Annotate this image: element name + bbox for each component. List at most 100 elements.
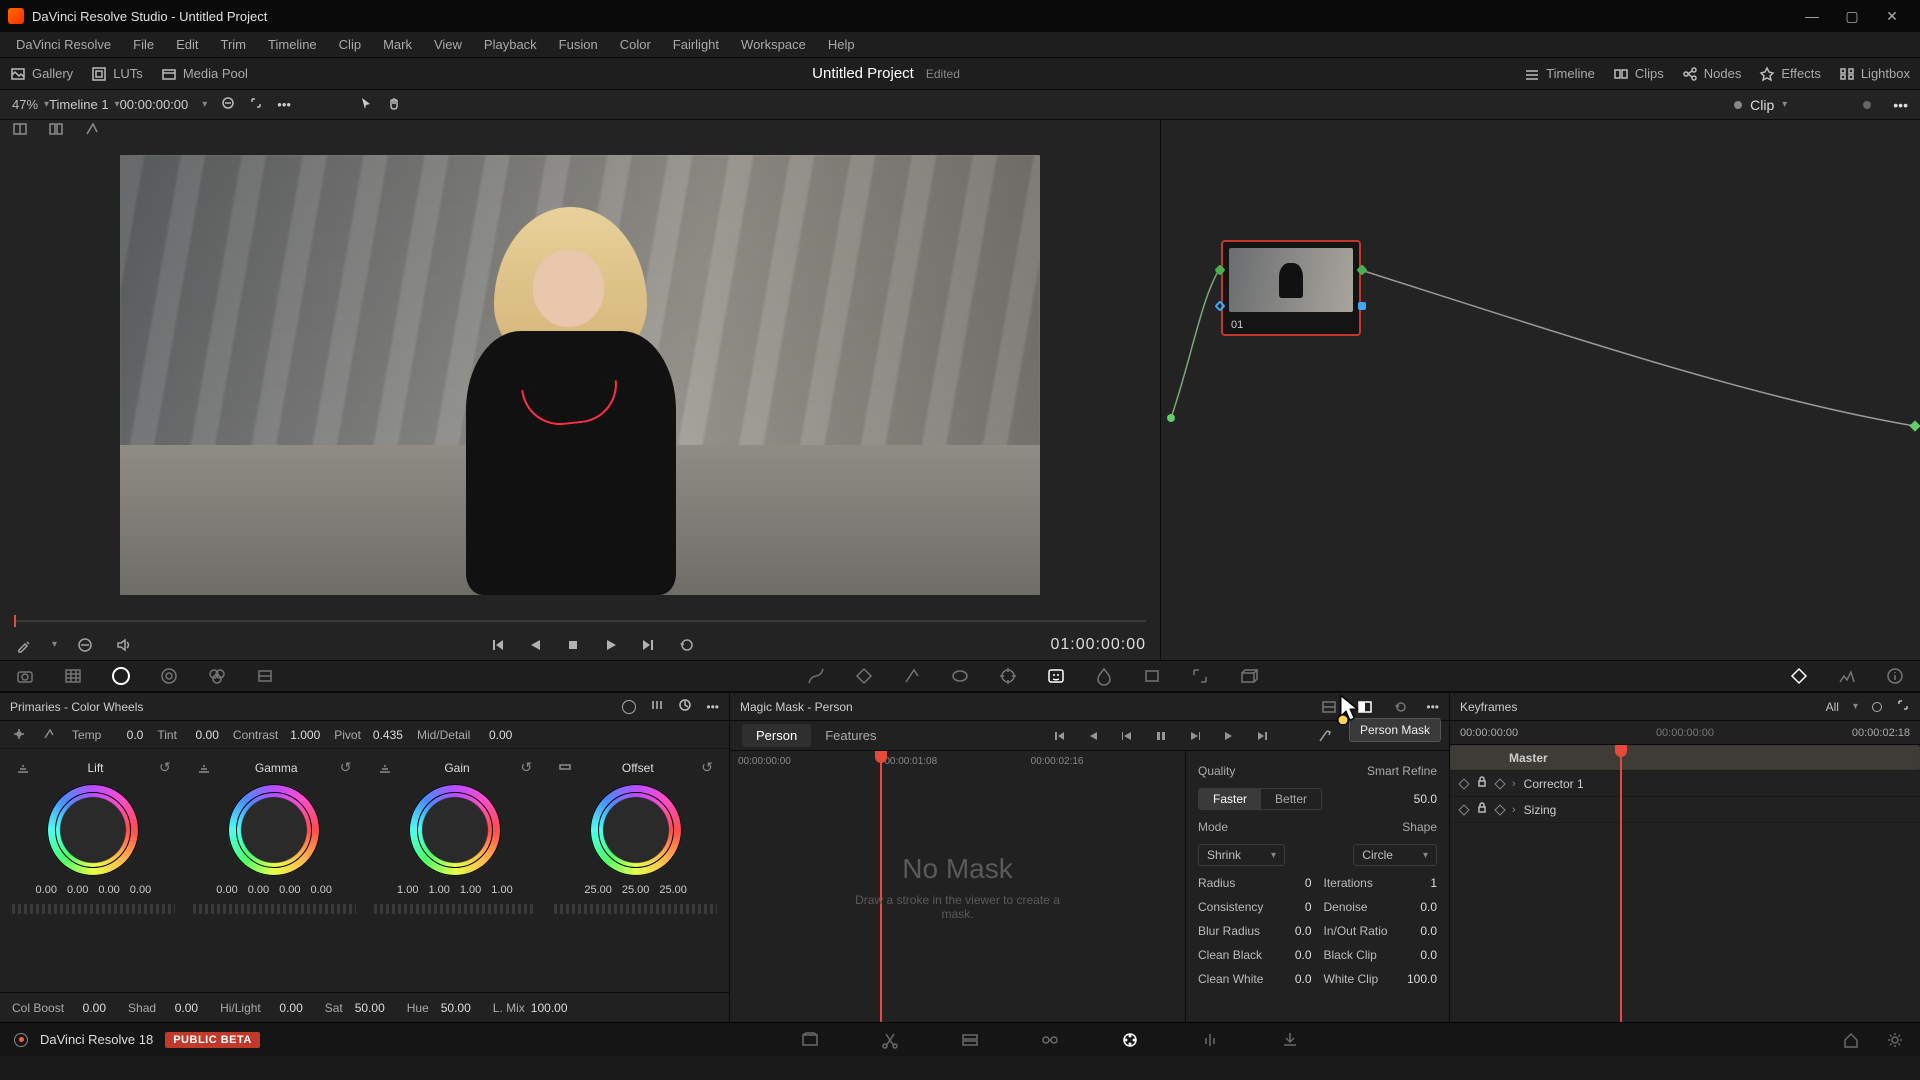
black-clip-value[interactable]: 0.0 [1420,948,1437,962]
menu-trim[interactable]: Trim [211,34,257,55]
smart-refine-value[interactable]: 50.0 [1401,792,1437,806]
mute-icon[interactable] [113,635,133,655]
lift-reset-icon[interactable]: ↺ [159,759,171,776]
keyframes-playhead[interactable] [1620,745,1622,1022]
gain-wheel[interactable] [409,784,501,876]
qualifier-icon[interactable] [901,665,923,687]
auto-balance-icon[interactable] [12,727,28,743]
corrector-node[interactable]: 01 [1221,240,1361,336]
mode-select[interactable]: Shrink▾ [1198,844,1285,866]
gamma-jog[interactable] [193,904,356,914]
fairlight-page-icon[interactable] [1199,1029,1221,1051]
sizing-expand-icon[interactable]: › [1512,804,1516,816]
menu-fusion[interactable]: Fusion [549,34,608,55]
highlight-icon[interactable] [84,121,102,139]
track-next-icon[interactable] [1219,726,1239,746]
pivot-value[interactable]: 0.435 [367,728,403,742]
clips-toggle[interactable]: Clips [1613,66,1664,82]
denoise-value[interactable]: 0.0 [1420,900,1437,914]
sizing-icon[interactable] [1189,665,1211,687]
minimize-button[interactable]: — [1792,2,1832,30]
split-screen-icon[interactable] [48,121,66,139]
primaries-icon[interactable] [110,665,132,687]
features-tab[interactable]: Features [811,724,890,747]
colboost-value[interactable]: 0.00 [70,1001,106,1015]
luts-toggle[interactable]: LUTs [91,66,143,82]
keyframes-sizing-row[interactable]: › Sizing [1450,797,1920,823]
first-frame-icon[interactable] [487,635,507,655]
loop-icon[interactable] [677,635,697,655]
gallery-toggle[interactable]: Gallery [10,66,73,82]
track-prev-icon[interactable] [1083,726,1103,746]
clip-dropdown-icon[interactable]: ▾ [1782,99,1787,110]
viewer-scrubber[interactable] [14,611,1146,626]
hilight-value[interactable]: 0.00 [267,1001,303,1015]
play-reverse-icon[interactable] [525,635,545,655]
white-clip-value[interactable]: 100.0 [1407,972,1437,986]
tint-value[interactable]: 0.00 [183,728,219,742]
magic-mask-icon[interactable] [1045,665,1067,687]
tc-menu-icon[interactable]: ▾ [202,99,207,110]
shad-value[interactable]: 0.00 [162,1001,198,1015]
effects-toggle[interactable]: Effects [1759,66,1821,82]
rgb-mixer-icon[interactable] [206,665,228,687]
person-tab[interactable]: Person [742,724,811,747]
curves-icon[interactable] [805,665,827,687]
node-rgb-input-icon[interactable] [1214,264,1225,275]
motion-effects-icon[interactable] [254,665,276,687]
offset-yrange-icon[interactable] [558,760,574,776]
media-page-icon[interactable] [799,1029,821,1051]
consistency-value[interactable]: 0 [1305,900,1312,914]
eyedropper-icon[interactable] [14,635,34,655]
gain-jog[interactable] [374,904,537,914]
menu-playback[interactable]: Playback [474,34,547,55]
project-settings-icon[interactable] [1884,1029,1906,1051]
info-icon[interactable] [1884,665,1906,687]
menu-resolve[interactable]: DaVinci Resolve [6,34,121,55]
home-icon[interactable] [1840,1029,1862,1051]
sizing-lock-icon[interactable] [1476,802,1488,817]
edit-page-icon[interactable] [959,1029,981,1051]
add-stroke-icon[interactable] [1315,726,1335,746]
menu-color[interactable]: Color [610,34,661,55]
clip-selector[interactable]: Clip [1750,97,1774,113]
track-pause-icon[interactable] [1151,726,1171,746]
quality-segment[interactable]: Faster Better [1198,788,1322,810]
viewer-image[interactable] [120,155,1040,595]
gain-reset-icon[interactable]: ↺ [521,759,533,776]
track-end-icon[interactable] [1253,726,1273,746]
source-timecode[interactable]: 00:00:00:00 [120,97,189,112]
camera-raw-icon[interactable] [14,665,36,687]
hand-tool-icon[interactable] [387,96,401,113]
gamma-values[interactable]: 0.000.000.000.00 [216,884,332,896]
tracker-icon[interactable] [997,665,1019,687]
gamma-reset-icon[interactable]: ↺ [340,759,352,776]
menu-workspace[interactable]: Workspace [731,34,816,55]
menu-edit[interactable]: Edit [166,34,208,55]
bypass-icon[interactable] [221,96,235,113]
menu-clip[interactable]: Clip [329,34,371,55]
keyframes-expand-icon[interactable] [1896,698,1910,715]
scrubber-playhead[interactable] [14,615,16,627]
contrast-value[interactable]: 1.000 [284,728,320,742]
mask-timeline[interactable]: 00:00:00:00 00:00:01:08 00:00:02:16 No M… [730,751,1185,1022]
node-rgb-output-icon[interactable] [1356,264,1367,275]
corrector-keyframe-icon[interactable] [1458,778,1469,789]
hue-value[interactable]: 50.00 [435,1001,471,1015]
offset-values[interactable]: 25.0025.0025.00 [584,884,687,896]
maximize-button[interactable]: ▢ [1832,2,1872,30]
last-frame-icon[interactable] [639,635,659,655]
lightbox-toggle[interactable]: Lightbox [1839,66,1910,82]
clean-white-value[interactable]: 0.0 [1295,972,1312,986]
media-pool-toggle[interactable]: Media Pool [161,66,248,82]
lift-jog[interactable] [12,904,175,914]
menu-fairlight[interactable]: Fairlight [663,34,729,55]
color-page-icon[interactable] [1119,1029,1141,1051]
track-forward-icon[interactable] [1185,726,1205,746]
track-start-icon[interactable] [1049,726,1069,746]
sizing-dynamic-icon[interactable] [1494,804,1505,815]
iterations-value[interactable]: 1 [1430,876,1437,890]
middetail-value[interactable]: 0.00 [476,728,512,742]
gain-values[interactable]: 1.001.001.001.00 [397,884,513,896]
temp-value[interactable]: 0.0 [107,728,143,742]
